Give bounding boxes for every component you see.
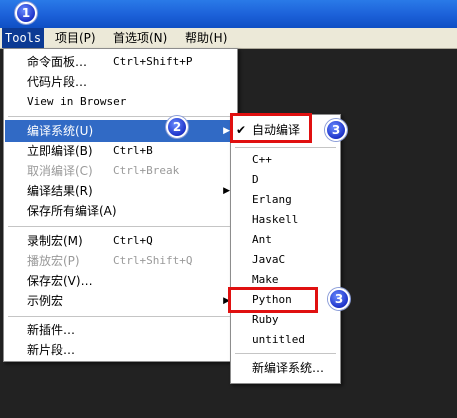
menu-item-shortcut: Ctrl+Shift+Q [113,254,193,267]
menu-preferences[interactable]: 首选项(N) [110,28,170,48]
menu-item-label: 播放宏(P) [27,254,80,268]
submenu-item-ant[interactable]: Ant [232,229,339,251]
menu-item-label: C++ [252,153,272,166]
annotation-highlight-box-python [228,287,318,313]
menu-item-label: 录制宏(M) [27,234,83,248]
menu-item-shortcut: Ctrl+B [113,144,153,157]
submenu-arrow-icon: ▶ [223,126,230,136]
menu-item-label: Make [252,273,279,286]
menu-item-cancel-build: 取消编译(C) Ctrl+Break [5,160,236,182]
menu-item-label: 保存宏(V)… [27,274,93,288]
menu-item-shortcut: Ctrl+Break [113,164,180,177]
menu-separator [8,226,233,227]
menu-item-label: 保存所有编译(A) [27,204,117,218]
menu-item-macros[interactable]: 示例宏 ▶ [5,290,236,312]
menu-item-shortcut: Ctrl+Q [113,234,153,247]
menu-separator [8,316,233,317]
menu-item-label: 命令面板… [27,55,88,69]
menu-item-shortcut: Ctrl+Shift+P [113,55,193,68]
build-system-submenu: ✔ 自动编译 C++ D Erlang Haskell Ant JavaC Ma… [230,114,341,384]
step-badge-2: 2 [166,116,188,138]
menu-item-label: 取消编译(C) [27,164,93,178]
menu-item-label: 新编译系统… [252,361,325,375]
menu-item-new-snippet[interactable]: 新片段… [5,339,236,361]
menu-item-build-system[interactable]: 编译系统(U) ▶ [5,120,236,142]
submenu-item-haskell[interactable]: Haskell [232,209,339,231]
menu-item-label: 新插件… [27,323,76,337]
menu-item-label: 编译结果(R) [27,184,93,198]
menu-item-build-results[interactable]: 编译结果(R) ▶ [5,180,236,202]
title-bar [0,0,457,28]
submenu-item-erlang[interactable]: Erlang [232,189,339,211]
menu-item-label: untitled [252,333,305,346]
menu-item-label: Haskell [252,213,299,226]
step-badge-1: 1 [15,2,37,24]
menu-item-label: Ruby [252,313,279,326]
menu-project[interactable]: 项目(P) [52,28,99,48]
step-badge-3a: 3 [325,119,347,141]
menu-separator [235,353,336,354]
menu-item-snippets[interactable]: 代码片段… [5,71,236,93]
menu-item-label: 代码片段… [27,75,88,89]
menu-item-command-palette[interactable]: 命令面板… Ctrl+Shift+P [5,51,236,73]
menu-item-new-plugin[interactable]: 新插件… [5,319,236,341]
submenu-item-cpp[interactable]: C++ [232,149,339,171]
menu-bar: Tools 项目(P) 首选项(N) 帮助(H) [0,28,457,49]
menu-item-label: View in Browser [27,95,127,108]
menu-item-label: 编译系统(U) [27,124,94,138]
menu-item-record-macro[interactable]: 录制宏(M) Ctrl+Q [5,230,236,252]
menu-item-save-all-on-build[interactable]: 保存所有编译(A) [5,200,236,222]
menu-item-label: Erlang [252,193,292,206]
menu-item-build[interactable]: 立即编译(B) Ctrl+B [5,140,236,162]
submenu-item-javac[interactable]: JavaC [232,249,339,271]
menu-separator [8,116,233,117]
menu-item-playback-macro: 播放宏(P) Ctrl+Shift+Q [5,250,236,272]
menu-item-label: Ant [252,233,272,246]
menu-tools[interactable]: Tools [2,28,45,48]
menu-item-label: 立即编译(B) [27,144,93,158]
menu-help[interactable]: 帮助(H) [182,28,230,48]
submenu-item-d[interactable]: D [232,169,339,191]
menu-item-view-in-browser[interactable]: View in Browser [5,91,236,113]
annotation-highlight-box-automatic [230,113,312,143]
menu-item-label: 示例宏 [27,294,64,308]
submenu-item-untitled[interactable]: untitled [232,329,339,351]
tools-menu: 命令面板… Ctrl+Shift+P 代码片段… View in Browser… [3,48,238,362]
menu-item-label: D [252,173,259,186]
menu-item-label: 新片段… [27,343,76,357]
menu-item-save-macro[interactable]: 保存宏(V)… [5,270,236,292]
submenu-arrow-icon: ▶ [223,186,230,196]
menu-item-label: JavaC [252,253,286,266]
step-badge-3b: 3 [328,288,350,310]
submenu-item-new-build-system[interactable]: 新编译系统… [232,357,339,379]
menu-separator [235,147,336,148]
